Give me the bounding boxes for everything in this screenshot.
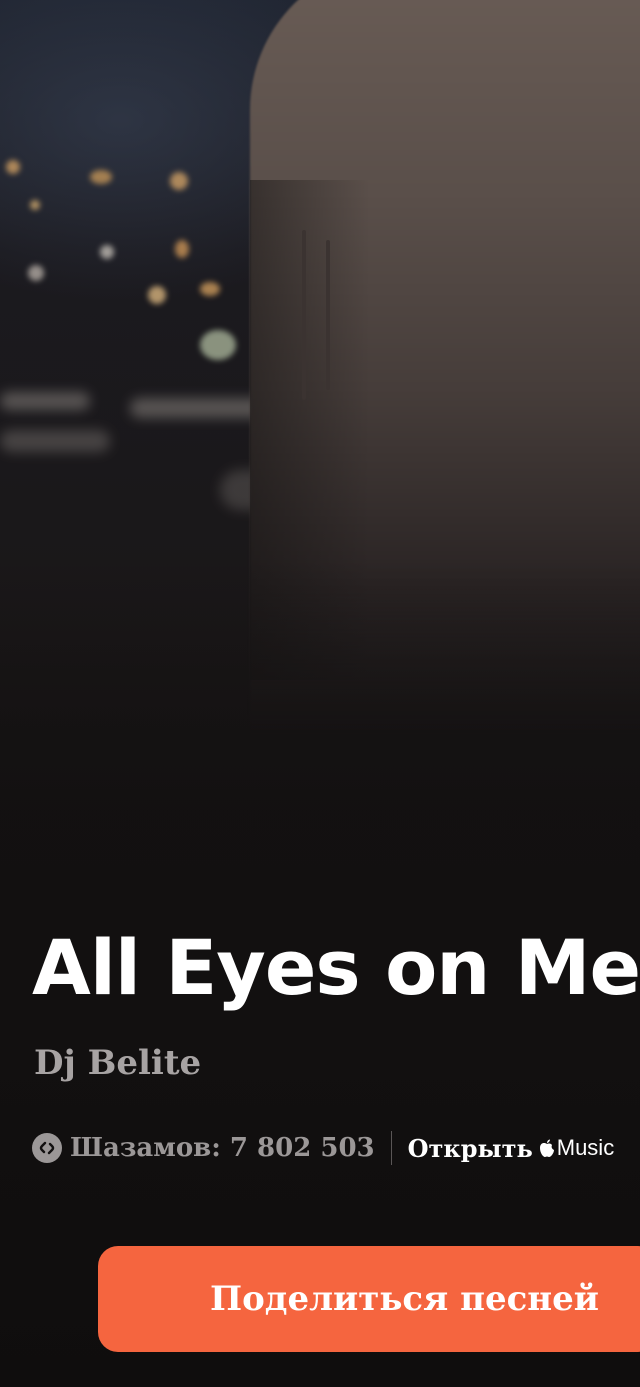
apple-logo-icon — [539, 1138, 555, 1158]
music-service-label: Music — [556, 1135, 615, 1160]
share-song-label: Поделиться песней — [210, 1279, 600, 1319]
cover-art-background — [0, 0, 640, 1387]
open-in-apple-music-link[interactable]: Открыть Music — [408, 1134, 615, 1163]
shazam-logo-icon — [32, 1133, 62, 1163]
artist-name[interactable]: Dj Belite — [34, 1043, 201, 1083]
song-title: All Eyes on Me — [32, 923, 640, 1012]
shazam-count: Шазамов: 7 802 503 — [70, 1133, 375, 1163]
meta-divider — [390, 1131, 392, 1165]
song-meta-row: Шазамов: 7 802 503 Открыть Music — [32, 1128, 614, 1168]
open-label: Открыть — [407, 1133, 533, 1163]
share-song-button[interactable]: Поделиться песней — [98, 1246, 640, 1352]
